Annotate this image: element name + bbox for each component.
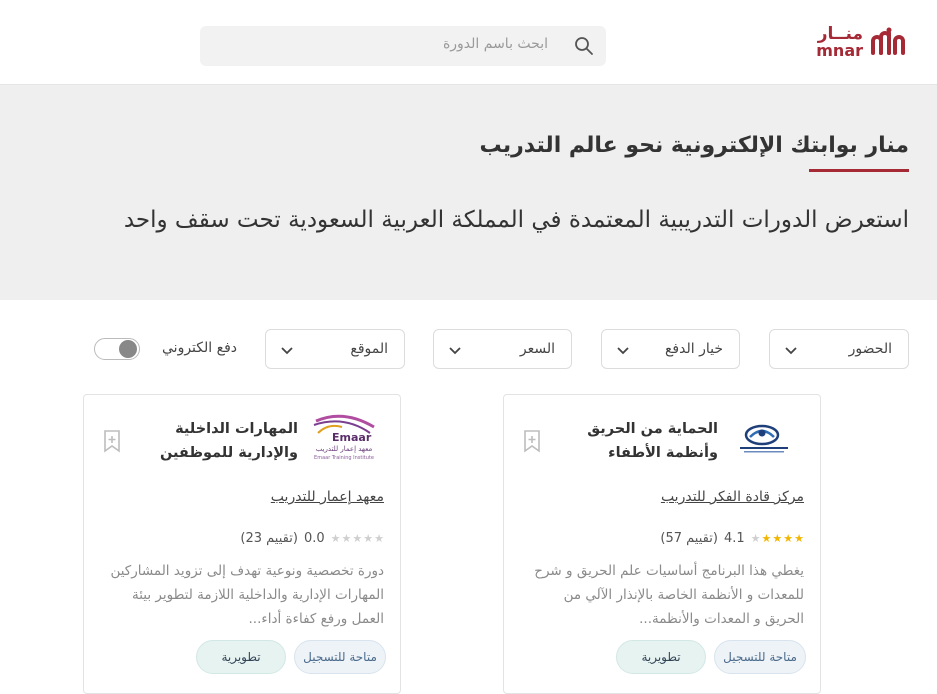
site-header: منــار mnar xyxy=(0,0,937,85)
provider-logo xyxy=(728,413,800,463)
star-icon: ★ xyxy=(352,531,363,545)
logo-english: mnar xyxy=(816,40,863,60)
course-card[interactable]: Emaar معهد إعمار للتدريب Emaar Training … xyxy=(83,394,401,694)
star-icon: ★ xyxy=(761,531,772,545)
rating-row: ★ ★ ★ ★ ★ 4.1 (57 تقييم) xyxy=(660,529,804,547)
mnar-logo[interactable]: منــار mnar xyxy=(816,24,907,60)
bookmark-add-icon[interactable] xyxy=(520,429,544,457)
star-icon: ★ xyxy=(783,531,794,545)
star-icon: ★ xyxy=(374,531,384,545)
star-icon: ★ xyxy=(330,531,341,545)
logo-mark-icon xyxy=(871,27,905,55)
provider-link[interactable]: مركز قادة الفكر للتدريب xyxy=(661,489,804,505)
rating-row: ★ ★ ★ ★ ★ 0.0 (23 تقييم) xyxy=(240,529,384,547)
logo-text-en: Emaar Training Institute xyxy=(314,455,374,461)
chevron-down-icon xyxy=(616,343,630,362)
star-icon: ★ xyxy=(341,531,352,545)
star-icon: ★ xyxy=(750,531,761,545)
logo-text-ar: معهد إعمار للتدريب xyxy=(316,445,373,453)
star-icon: ★ xyxy=(363,531,374,545)
chevron-down-icon xyxy=(448,343,462,362)
logo-arabic: منــار xyxy=(817,23,863,44)
course-title[interactable]: الحماية من الحريق وأنظمة الأطفاء xyxy=(558,417,718,465)
course-title[interactable]: المهارات الداخلية والإدارية للموظفين xyxy=(138,417,298,465)
hero-title-underline xyxy=(809,169,909,172)
status-badge: متاحة للتسجيل xyxy=(294,640,386,674)
payment-option-filter-label: خيار الدفع xyxy=(664,341,723,357)
hero-banner: منار بوابتك الإلكترونية نحو عالم التدريب… xyxy=(0,85,937,300)
attendance-filter[interactable]: الحضور xyxy=(769,329,909,369)
e-payment-toggle-group: دفع الكتروني xyxy=(94,336,254,362)
hero-subtitle: استعرض الدورات التدريبية المعتمدة في الم… xyxy=(123,207,909,233)
course-card[interactable]: الحماية من الحريق وأنظمة الأطفاء مركز قا… xyxy=(503,394,821,694)
rating-value: 0.0 xyxy=(303,530,325,546)
rating-value: 4.1 xyxy=(723,530,745,546)
search-icon[interactable] xyxy=(574,36,594,60)
type-badge: تطويرية xyxy=(196,640,286,674)
chevron-down-icon xyxy=(784,343,798,362)
rating-stars: ★ ★ ★ ★ ★ xyxy=(751,533,804,544)
payment-option-filter[interactable]: خيار الدفع xyxy=(601,329,740,369)
status-badge: متاحة للتسجيل xyxy=(714,640,806,674)
rating-stars: ★ ★ ★ ★ ★ xyxy=(331,533,384,544)
e-payment-toggle[interactable] xyxy=(94,338,140,360)
search-box xyxy=(200,26,606,66)
type-badge: تطويرية xyxy=(616,640,706,674)
location-filter-label: الموقع xyxy=(350,341,388,357)
provider-link[interactable]: معهد إعمار للتدريب xyxy=(271,489,384,505)
svg-text:Emaar: Emaar xyxy=(332,431,372,444)
price-filter-label: السعر xyxy=(519,341,555,357)
star-icon: ★ xyxy=(794,531,804,545)
toggle-knob xyxy=(119,340,137,358)
search-input[interactable] xyxy=(218,36,548,52)
course-description: يغطي هذا البرنامج أساسيات علم الحريق و ش… xyxy=(534,563,804,627)
bookmark-add-icon[interactable] xyxy=(100,429,124,457)
course-description: دورة تخصصية ونوعية تهدف إلى تزويد المشار… xyxy=(110,563,384,627)
hero-title: منار بوابتك الإلكترونية نحو عالم التدريب xyxy=(479,133,909,158)
rating-count: (57 تقييم) xyxy=(660,530,718,546)
price-filter[interactable]: السعر xyxy=(433,329,572,369)
e-payment-label: دفع الكتروني xyxy=(162,340,237,356)
logo-text: منــار mnar xyxy=(816,23,863,60)
star-icon: ★ xyxy=(772,531,783,545)
provider-logo: Emaar معهد إعمار للتدريب Emaar Training … xyxy=(308,413,380,463)
rating-count: (23 تقييم) xyxy=(240,530,298,546)
attendance-filter-label: الحضور xyxy=(848,341,892,357)
location-filter[interactable]: الموقع xyxy=(265,329,405,369)
chevron-down-icon xyxy=(280,343,294,362)
